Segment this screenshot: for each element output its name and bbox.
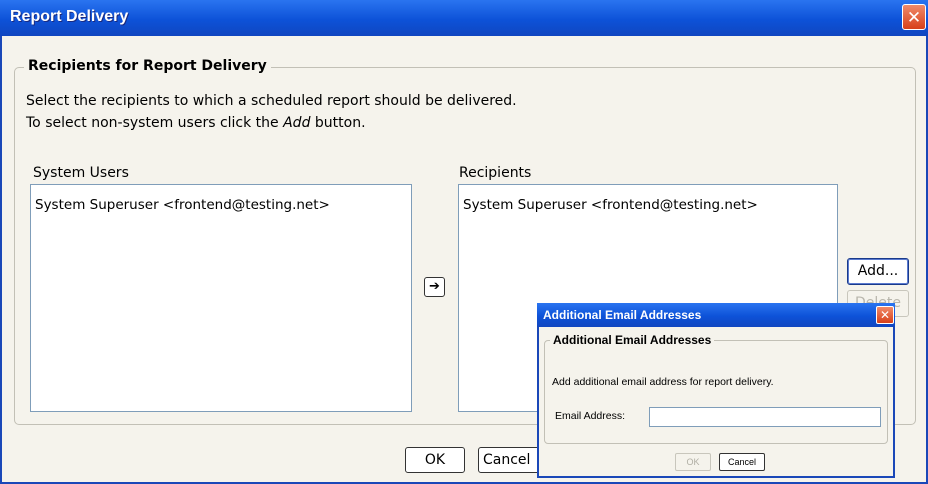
popup-title: Additional Email Addresses xyxy=(543,308,702,322)
description-suffix: button. xyxy=(310,115,366,131)
description-prefix: To select non-system users click the xyxy=(26,115,284,131)
description-emph: Add xyxy=(283,115,311,131)
list-item[interactable]: System Superuser <frontend@testing.net> xyxy=(31,185,411,213)
system-users-label: System Users xyxy=(33,165,129,181)
description-line2: To select non-system users click the Add… xyxy=(26,115,366,131)
email-address-label: Email Address: xyxy=(555,410,626,422)
popup-cancel-button[interactable]: Cancel xyxy=(719,453,765,471)
system-users-list[interactable]: System Superuser <frontend@testing.net> xyxy=(30,184,412,412)
popup-group xyxy=(544,340,888,444)
popup-description: Add additional email address for report … xyxy=(552,376,774,388)
description-line1: Select the recipients to which a schedul… xyxy=(26,93,517,109)
list-item[interactable]: System Superuser <frontend@testing.net> xyxy=(459,185,837,213)
move-right-icon[interactable]: ➔ xyxy=(424,277,445,297)
popup-ok-button[interactable]: OK xyxy=(675,453,711,471)
popup-group-title: Additional Email Addresses xyxy=(550,333,715,347)
close-icon[interactable]: ✕ xyxy=(902,4,926,30)
email-address-field[interactable] xyxy=(649,407,881,427)
add-button[interactable]: Add... xyxy=(847,258,909,285)
popup-title-bar[interactable]: Additional Email Addresses ✕ xyxy=(537,303,895,327)
additional-email-dialog: Additional Email Addresses ✕ Additional … xyxy=(537,303,895,478)
close-icon[interactable]: ✕ xyxy=(876,306,894,324)
dialog-title: Report Delivery xyxy=(10,8,129,25)
group-title: Recipients for Report Delivery xyxy=(24,58,271,74)
ok-button[interactable]: OK xyxy=(405,447,465,473)
title-bar[interactable]: Report Delivery ✕ xyxy=(0,0,928,36)
recipients-label: Recipients xyxy=(459,165,532,181)
